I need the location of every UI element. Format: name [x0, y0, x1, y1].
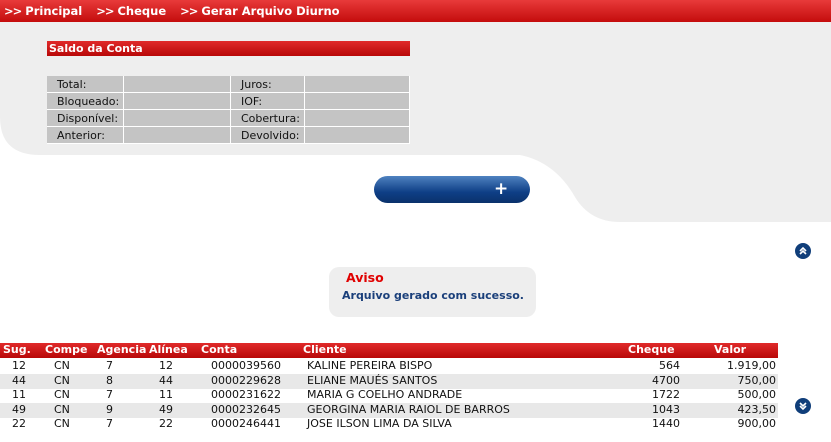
table-row[interactable]: 11 CN 7 11 0000231622 MARIA G COELHO AND… — [0, 388, 778, 403]
breadcrumb-separator: >> — [180, 4, 198, 18]
scroll-up-icon[interactable] — [795, 243, 811, 259]
saldo-label-cobertura: Cobertura: — [231, 110, 305, 127]
saldo-row: Anterior: Devolvido: — [47, 127, 410, 144]
saldo-table: Total: Juros: Bloqueado: IOF: Disponível… — [47, 76, 410, 144]
cell-cheque: 1440 — [652, 417, 680, 430]
cell-alinea: 44 — [159, 374, 173, 387]
saldo-value-bloqueado — [124, 93, 231, 110]
cell-alinea: 12 — [159, 359, 173, 372]
saldo-label-bloqueado: Bloqueado: — [47, 93, 124, 110]
saldo-label-anterior: Anterior: — [47, 127, 124, 144]
expand-button[interactable]: + — [374, 176, 530, 203]
cell-sug: 44 — [12, 374, 26, 387]
cell-cliente: GEORGINA MARIA RAIOL DE BARROS — [307, 403, 510, 416]
cell-compe: CN — [54, 403, 70, 416]
cell-compe: CN — [54, 359, 70, 372]
table-row[interactable]: 49 CN 9 49 0000232645 GEORGINA MARIA RAI… — [0, 403, 778, 418]
column-header-sug[interactable]: Sug. — [3, 343, 31, 356]
cell-sug: 11 — [12, 388, 26, 401]
cell-cliente: MARIA G COELHO ANDRADE — [307, 388, 463, 401]
saldo-value-anterior — [124, 127, 231, 144]
notice-box: Aviso Arquivo gerado com sucesso. — [329, 267, 536, 317]
cell-conta: 0000232645 — [211, 403, 281, 416]
table-row[interactable]: 12 CN 7 12 0000039560 KALINE PEREIRA BIS… — [0, 359, 778, 374]
cell-cheque: 1043 — [652, 403, 680, 416]
saldo-label-iof: IOF: — [231, 93, 305, 110]
saldo-row: Total: Juros: — [47, 76, 410, 93]
double-chevron-down-icon — [799, 402, 807, 411]
saldo-value-disponivel — [124, 110, 231, 127]
scroll-down-icon[interactable] — [795, 398, 811, 414]
breadcrumb-item-principal[interactable]: >> Principal — [4, 0, 92, 22]
saldo-label-disponivel: Disponível: — [47, 110, 124, 127]
cell-agencia: 7 — [106, 359, 113, 372]
saldo-title: Saldo da Conta — [47, 41, 410, 56]
cell-agencia: 8 — [106, 374, 113, 387]
grid-header: Sug. Compe Agencia Alínea Conta Cliente … — [0, 343, 778, 358]
cell-conta: 0000246441 — [211, 417, 281, 430]
cell-conta: 0000229628 — [211, 374, 281, 387]
cell-conta: 0000039560 — [211, 359, 281, 372]
breadcrumb-label: Cheque — [117, 4, 167, 18]
double-chevron-up-icon — [799, 246, 807, 255]
saldo-value-cobertura — [305, 110, 410, 127]
saldo-label-total: Total: — [47, 76, 124, 93]
breadcrumb: >> Principal >> Cheque >> Gerar Arquivo Diurn… — [0, 0, 831, 22]
cell-compe: CN — [54, 374, 70, 387]
saldo-value-iof — [305, 93, 410, 110]
saldo-value-total — [124, 76, 231, 93]
column-header-valor[interactable]: Valor — [714, 343, 746, 356]
column-header-agencia[interactable]: Agencia — [97, 343, 146, 356]
cell-cheque: 564 — [659, 359, 680, 372]
cell-agencia: 7 — [106, 388, 113, 401]
table-row[interactable]: 22 CN 7 22 0000246441 JOSE ILSON LIMA DA… — [0, 417, 778, 432]
breadcrumb-separator: >> — [96, 4, 114, 18]
column-header-cheque[interactable]: Cheque — [628, 343, 675, 356]
saldo-label-devolvido: Devolvido: — [231, 127, 305, 144]
saldo-value-juros — [305, 76, 410, 93]
cell-agencia: 9 — [106, 403, 113, 416]
saldo-row: Bloqueado: IOF: — [47, 93, 410, 110]
notice-title: Aviso — [346, 270, 384, 285]
cell-cliente: KALINE PEREIRA BISPO — [307, 359, 433, 372]
cell-sug: 22 — [12, 417, 26, 430]
cell-valor: 1.919,00 — [727, 359, 776, 372]
table-row[interactable]: 44 CN 8 44 0000229628 ELIANE MAUÉS SANTO… — [0, 374, 778, 389]
cell-cliente: JOSE ILSON LIMA DA SILVA — [307, 417, 452, 430]
notice-message: Arquivo gerado com sucesso. — [342, 289, 524, 302]
breadcrumb-label: Gerar Arquivo Diurno — [201, 4, 340, 18]
cell-cliente: ELIANE MAUÉS SANTOS — [307, 374, 438, 387]
column-header-conta[interactable]: Conta — [201, 343, 237, 356]
breadcrumb-separator: >> — [4, 4, 22, 18]
cell-valor: 750,00 — [737, 374, 777, 387]
cell-agencia: 7 — [106, 417, 113, 430]
plus-icon: + — [494, 179, 509, 199]
breadcrumb-label: Principal — [25, 4, 83, 18]
cell-valor: 423,50 — [737, 403, 777, 416]
column-header-compe[interactable]: Compe — [45, 343, 87, 356]
cell-compe: CN — [54, 388, 70, 401]
saldo-row: Disponível: Cobertura: — [47, 110, 410, 127]
column-header-alinea[interactable]: Alínea — [149, 343, 188, 356]
cell-alinea: 49 — [159, 403, 173, 416]
cell-sug: 49 — [12, 403, 26, 416]
cell-compe: CN — [54, 417, 70, 430]
cell-alinea: 11 — [159, 388, 173, 401]
cell-alinea: 22 — [159, 417, 173, 430]
breadcrumb-item-cheque[interactable]: >> Cheque — [96, 0, 176, 22]
saldo-value-devolvido — [305, 127, 410, 144]
cell-cheque: 1722 — [652, 388, 680, 401]
cell-sug: 12 — [12, 359, 26, 372]
cell-conta: 0000231622 — [211, 388, 281, 401]
column-header-cliente[interactable]: Cliente — [303, 343, 347, 356]
cell-valor: 500,00 — [737, 388, 777, 401]
breadcrumb-item-gerar-arquivo[interactable]: >> Gerar Arquivo Diurno — [180, 0, 349, 22]
saldo-label-juros: Juros: — [231, 76, 305, 93]
cell-valor: 900,00 — [737, 417, 777, 430]
cell-cheque: 4700 — [652, 374, 680, 387]
